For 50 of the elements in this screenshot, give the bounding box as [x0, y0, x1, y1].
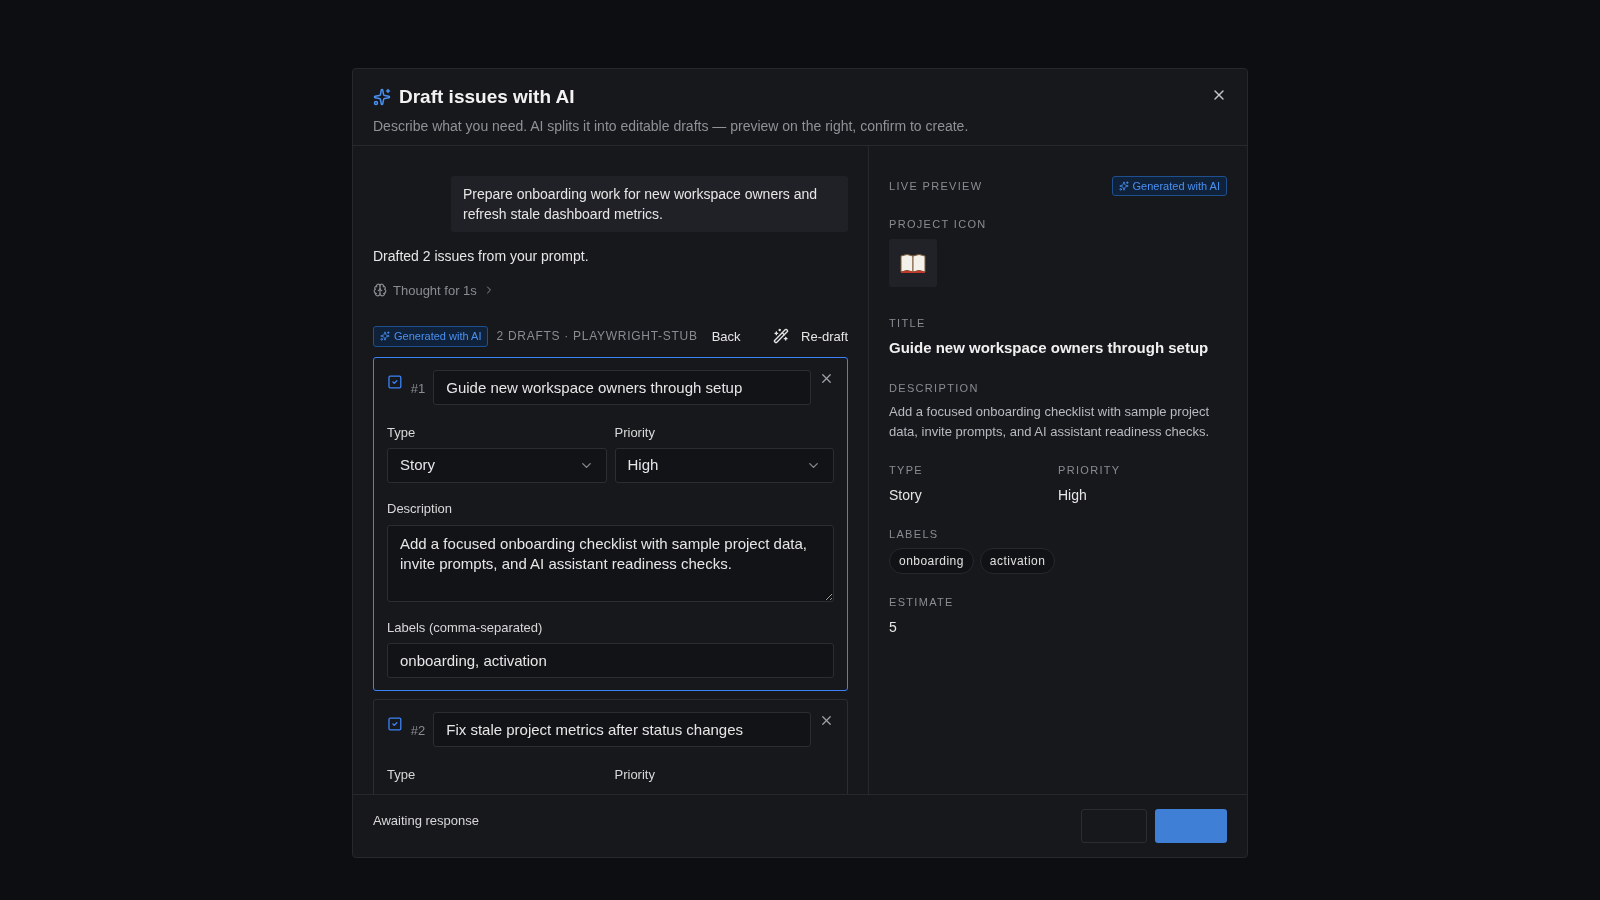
brain-icon — [373, 283, 387, 298]
dialog-title: Draft issues with AI — [399, 85, 575, 109]
label-chip: onboarding — [889, 548, 974, 574]
sparkle-icon — [1118, 180, 1129, 191]
back-button[interactable]: Back — [711, 326, 741, 346]
section-label: PRIORITY — [1058, 463, 1122, 478]
redraft-button[interactable]: Re-draft — [773, 326, 848, 346]
preview-estimate: 5 — [889, 617, 898, 637]
preview-title: Guide new workspace owners through setup — [889, 338, 1210, 358]
field-label: Type — [387, 423, 417, 442]
prompt-bubble: Prepare onboarding work for new workspace owners and refresh stale dashboard metrics. — [451, 175, 848, 232]
field-label: Priority — [614, 766, 656, 784]
ai-badge: Generated with AI — [1111, 175, 1227, 196]
magic-wand-icon — [773, 328, 790, 345]
select-dropdown[interactable]: Story — [387, 448, 607, 483]
preview-priority: High — [1058, 485, 1088, 505]
preview-type: Story — [889, 485, 923, 505]
status-text: Awaiting response — [373, 811, 479, 830]
section-label: ESTIMATE — [889, 595, 955, 610]
checked-checkbox[interactable] — [387, 373, 403, 390]
sparkle-icon — [380, 331, 390, 342]
primary-button[interactable] — [1155, 808, 1227, 843]
description-field[interactable]: Add a focused onboarding checklist with sample project data, invite prompts, and AI assistant readiness checks. — [387, 524, 834, 602]
draft-number: #1 — [410, 379, 426, 398]
section-label: LABELS — [889, 526, 940, 542]
dialog-subtitle: Describe what you need. AI splits it into editable drafts — preview on the right, confirm to create. — [373, 116, 970, 136]
field-label: Description — [387, 500, 454, 518]
sparkle-icon — [373, 88, 391, 107]
field-label: Type — [387, 766, 417, 784]
section-label: TYPE — [889, 463, 924, 478]
field-label: Labels (comma-separated) — [387, 618, 544, 637]
section-label: LIVE PREVIEW — [889, 178, 983, 194]
section-label: DESCRIPTION — [889, 380, 980, 396]
ai-badge: Generated with AI — [373, 326, 489, 347]
title-field[interactable]: Fix stale project metrics after status changes — [433, 712, 811, 747]
draft-number: #2 — [410, 722, 426, 740]
response-text: Drafted 2 issues from your prompt. — [373, 246, 590, 266]
select-dropdown[interactable]: High — [614, 448, 834, 483]
title-field[interactable]: Guide new workspace owners through setup — [433, 369, 811, 405]
drafts-meta: 2 DRAFTS · PLAYWRIGHT-STUB — [496, 328, 698, 346]
section-label: PROJECT ICON — [889, 217, 988, 232]
remove-button[interactable] — [819, 713, 834, 728]
book-icon — [900, 252, 926, 273]
field-label: Priority — [614, 423, 656, 442]
checked-checkbox[interactable] — [387, 716, 403, 732]
preview-description: Add a focused onboarding checklist with sample project data, invite prompts, and AI assistant readiness checks. — [889, 403, 1211, 441]
label-chip: activation — [979, 548, 1056, 574]
section-label: TITLE — [889, 315, 927, 331]
thought-toggle[interactable]: Thought for 1s — [373, 280, 495, 300]
labels-field[interactable]: onboarding, activation — [387, 643, 834, 678]
